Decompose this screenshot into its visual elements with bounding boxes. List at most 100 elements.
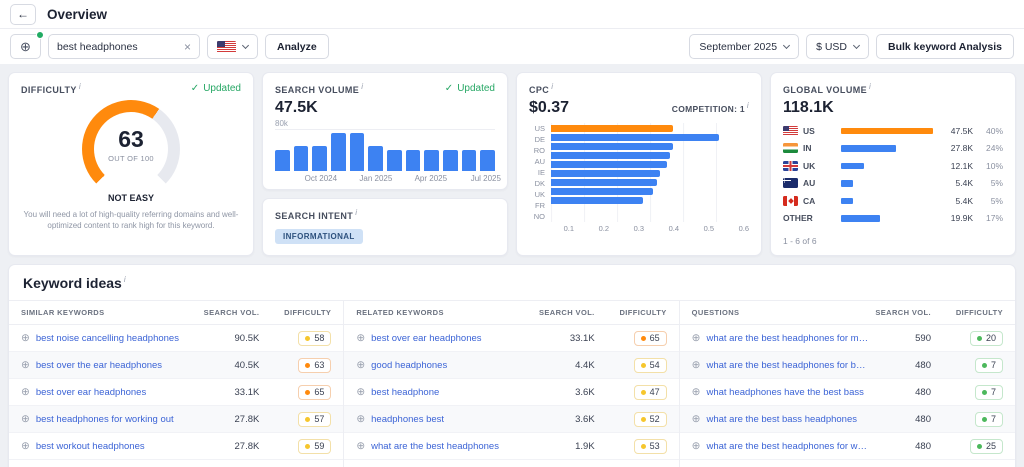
keyword-link[interactable]: what are the best bass headphones — [706, 414, 857, 425]
keyword-ideas-card: Keyword ideas i SIMILAR KEYWORDS SEARCH VO… — [8, 264, 1016, 467]
x-tick-label: Oct 2024 — [304, 174, 338, 183]
keyword-link[interactable]: what are the best headphones for wo... — [706, 441, 869, 452]
add-to-list-icon[interactable]: ⊕ — [692, 333, 701, 344]
keyword-link[interactable]: best workout headphones — [36, 441, 145, 452]
date-dropdown[interactable]: September 2025 — [689, 34, 800, 59]
keyword-link[interactable]: best headphones for working out — [36, 414, 174, 425]
in-flag-icon — [783, 143, 798, 154]
currency-dropdown[interactable]: $ USD — [806, 34, 869, 59]
add-to-list-icon[interactable]: ⊕ — [692, 414, 701, 425]
search-vol-header: SEARCH VOL. — [875, 308, 931, 317]
keyword-link[interactable]: what headphones have the best bass — [706, 387, 863, 398]
keyword-input[interactable] — [57, 40, 180, 53]
info-icon[interactable]: i — [355, 208, 357, 217]
check-icon: ✓ — [444, 83, 454, 94]
search-intent-header: SEARCH INTENT i — [263, 199, 507, 224]
gauge-center: 63 OUT OF 100 — [82, 100, 180, 190]
keyword-link[interactable]: what are the best headphones for bass — [706, 360, 869, 371]
cpc-card: CPC i $0.37 COMPETITION: 1i US DE RO AU IE DK U… — [516, 72, 762, 256]
clear-icon[interactable]: × — [184, 41, 191, 53]
ca-flag-icon — [783, 195, 798, 206]
info-icon[interactable]: i — [869, 82, 871, 91]
x-tick-label: Jan 2025 — [359, 174, 393, 183]
cpc-country-label: NO — [533, 212, 545, 221]
global-volume-header: GLOBAL VOLUME i — [771, 73, 1015, 98]
keyword-link[interactable]: best over ear headphones — [371, 333, 481, 344]
country-dropdown[interactable] — [207, 34, 258, 59]
keyword-link[interactable]: what are the best headphones — [371, 441, 499, 452]
add-to-list-icon[interactable]: ⊕ — [21, 414, 30, 425]
volume-bar — [349, 133, 365, 171]
difficulty-badge: 25 — [969, 438, 1003, 454]
add-to-list-icon[interactable]: ⊕ — [356, 414, 365, 425]
keyword-link[interactable]: best over the ear headphones — [36, 360, 162, 371]
keyword-cell: ⊕ best headphone — [356, 387, 532, 398]
intent-badge[interactable]: INFORMATIONAL — [275, 229, 363, 244]
country-code: CA — [803, 195, 816, 206]
difficulty-cell: 63 — [259, 357, 332, 373]
add-to-list-icon[interactable]: ⊕ — [692, 387, 701, 398]
add-to-list-icon[interactable]: ⊕ — [692, 360, 701, 371]
table-header-row: QUESTIONS SEARCH VOL. DIFFICULTY — [679, 301, 1015, 325]
difficulty-cell: 25 — [931, 438, 1003, 454]
info-icon[interactable]: i — [124, 275, 126, 284]
add-to-list-icon[interactable]: ⊕ — [21, 360, 30, 371]
difficulty-cell: 58 — [259, 330, 332, 346]
add-to-list-icon[interactable]: ⊕ — [21, 387, 30, 398]
keyword-link[interactable]: headphones best — [371, 414, 444, 425]
info-icon[interactable]: i — [79, 82, 81, 91]
keyword-ideas-grid: SIMILAR KEYWORDS SEARCH VOL. DIFFICULTY ⊕ be… — [9, 300, 1015, 467]
add-to-list-icon[interactable]: ⊕ — [356, 387, 365, 398]
difficulty-cell: 54 — [595, 357, 667, 373]
bulk-analysis-button[interactable]: Bulk keyword Analysis — [876, 34, 1014, 59]
toolbar-right: September 2025 $ USD Bulk keyword Analys… — [689, 34, 1014, 59]
difficulty-dot — [976, 335, 982, 341]
volume-bar — [387, 150, 402, 171]
difficulty-number: 47 — [649, 387, 660, 397]
cpc-country-labels: US DE RO AU IE DK UK FR NO — [529, 123, 545, 222]
difficulty-dot — [640, 443, 646, 449]
difficulty-badge: 7 — [974, 357, 1003, 373]
cpc-x-tick: 0.6 — [738, 224, 749, 233]
keyword-link[interactable]: best headphone — [371, 387, 439, 398]
info-icon[interactable]: i — [747, 101, 749, 110]
search-volume-cell: 40.5K — [234, 359, 260, 371]
table-row: ⊕ what are the best headphones for bass 48… — [679, 352, 1015, 379]
volume-bar — [293, 145, 309, 171]
difficulty-badge: 47 — [633, 384, 667, 400]
add-keyword-button[interactable]: ⊕ — [10, 31, 44, 59]
keyword-link[interactable]: what are the best headphones for mu... — [706, 333, 869, 344]
search-volume-cell: 3.6K — [575, 386, 595, 398]
table-row: ⊕ best noise cancelling headphones 90.5K 58 — [9, 325, 344, 352]
cpc-bar — [551, 143, 674, 150]
cpc-x-axis: 0.1 0.2 0.3 0.4 0.5 0.6 — [539, 223, 761, 233]
analyze-button[interactable]: Analyze — [265, 34, 329, 59]
add-to-list-icon[interactable]: ⊕ — [692, 441, 701, 452]
add-to-list-icon[interactable]: ⊕ — [21, 333, 30, 344]
difficulty-verdict: NOT EASY — [107, 193, 154, 203]
search-volume-chart: 80k Oct 2024 Jan 2025 Apr 2025 Jul 2025 — [275, 119, 501, 186]
keyword-cell: ⊕ what are the best headphones for wo... — [692, 441, 869, 452]
keyword-search-field[interactable]: × — [48, 34, 200, 59]
cpc-bar — [551, 152, 670, 159]
add-to-list-icon[interactable]: ⊕ — [21, 441, 30, 452]
difficulty-gauge-wrap: 63 OUT OF 100 NOT EASY — [9, 98, 253, 203]
add-to-list-icon[interactable]: ⊕ — [356, 360, 365, 371]
info-icon[interactable]: i — [551, 82, 553, 91]
keyword-link[interactable]: best noise cancelling headphones — [36, 333, 179, 344]
table-row: ⊕ best workout headphones 27.8K 59 — [9, 433, 344, 460]
keyword-link[interactable]: good headphones — [371, 360, 447, 371]
difficulty-badge: 7 — [974, 411, 1003, 427]
x-tick-label: Jul 2025 — [470, 174, 501, 183]
add-to-list-icon[interactable]: ⊕ — [356, 441, 365, 452]
keyword-link[interactable]: best over ear headphones — [36, 387, 146, 398]
country-volume-bar — [841, 162, 864, 169]
keyword-cell: ⊕ best headphones for working out — [21, 414, 197, 425]
difficulty-header: DIFFICULTY — [955, 308, 1003, 317]
difficulty-cell: 47 — [595, 384, 667, 400]
difficulty-number: 65 — [649, 333, 660, 343]
back-button[interactable]: ← — [10, 3, 36, 25]
top-header: ← Overview — [0, 0, 1024, 29]
info-icon[interactable]: i — [361, 82, 363, 91]
add-to-list-icon[interactable]: ⊕ — [356, 333, 365, 344]
